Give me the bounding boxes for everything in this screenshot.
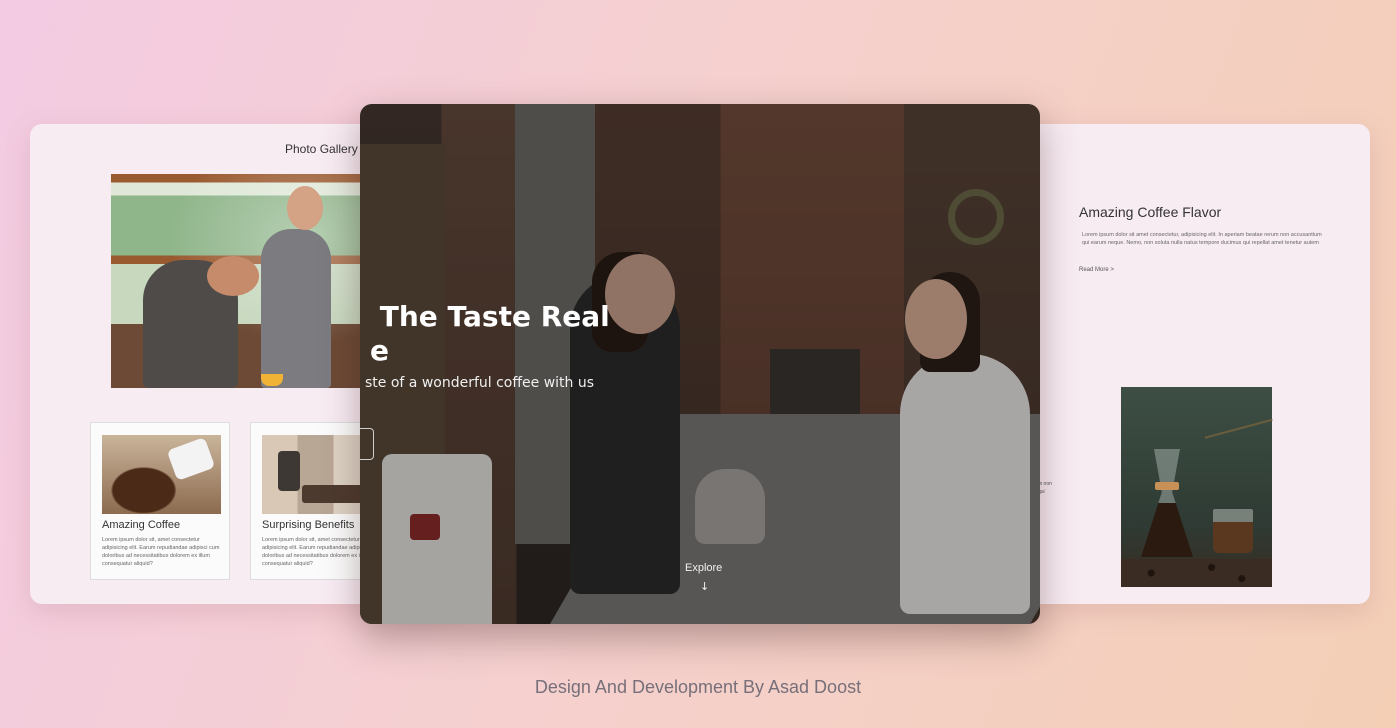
flavor-text: Lorem ipsum dolor sit amet consectetur, … bbox=[1082, 232, 1322, 246]
hero-cta-button[interactable] bbox=[360, 428, 374, 460]
cafe-staff-photo bbox=[111, 174, 391, 388]
explore-link[interactable]: Explore bbox=[685, 562, 722, 574]
hero-subheading: ste of a wonderful coffee with us bbox=[365, 375, 595, 391]
side-text-snippet: m non qui bbox=[1038, 481, 1052, 495]
card-text: Lorem ipsum dolor sit, amet consectetur … bbox=[102, 537, 220, 567]
card-title: Amazing Coffee bbox=[102, 519, 181, 531]
hero-heading: The Taste Real e bbox=[370, 300, 610, 367]
amazing-coffee-card[interactable]: Amazing Coffee Lorem ipsum dolor sit, am… bbox=[90, 422, 230, 580]
flavor-title: Amazing Coffee Flavor bbox=[1079, 204, 1222, 220]
card-title: Surprising Benefits bbox=[262, 519, 355, 531]
gallery-title: Photo Gallery bbox=[285, 142, 358, 156]
chemex-coffee-photo bbox=[1121, 387, 1284, 587]
coffee-beans-photo bbox=[102, 435, 221, 514]
hero-slide: The Taste Real e ste of a wonderful coff… bbox=[360, 104, 1040, 624]
read-more-link[interactable]: Read More > bbox=[1079, 267, 1114, 273]
arrow-down-icon[interactable]: ↓ bbox=[700, 580, 709, 593]
footer-credit: Design And Development By Asad Doost bbox=[534, 677, 862, 697]
